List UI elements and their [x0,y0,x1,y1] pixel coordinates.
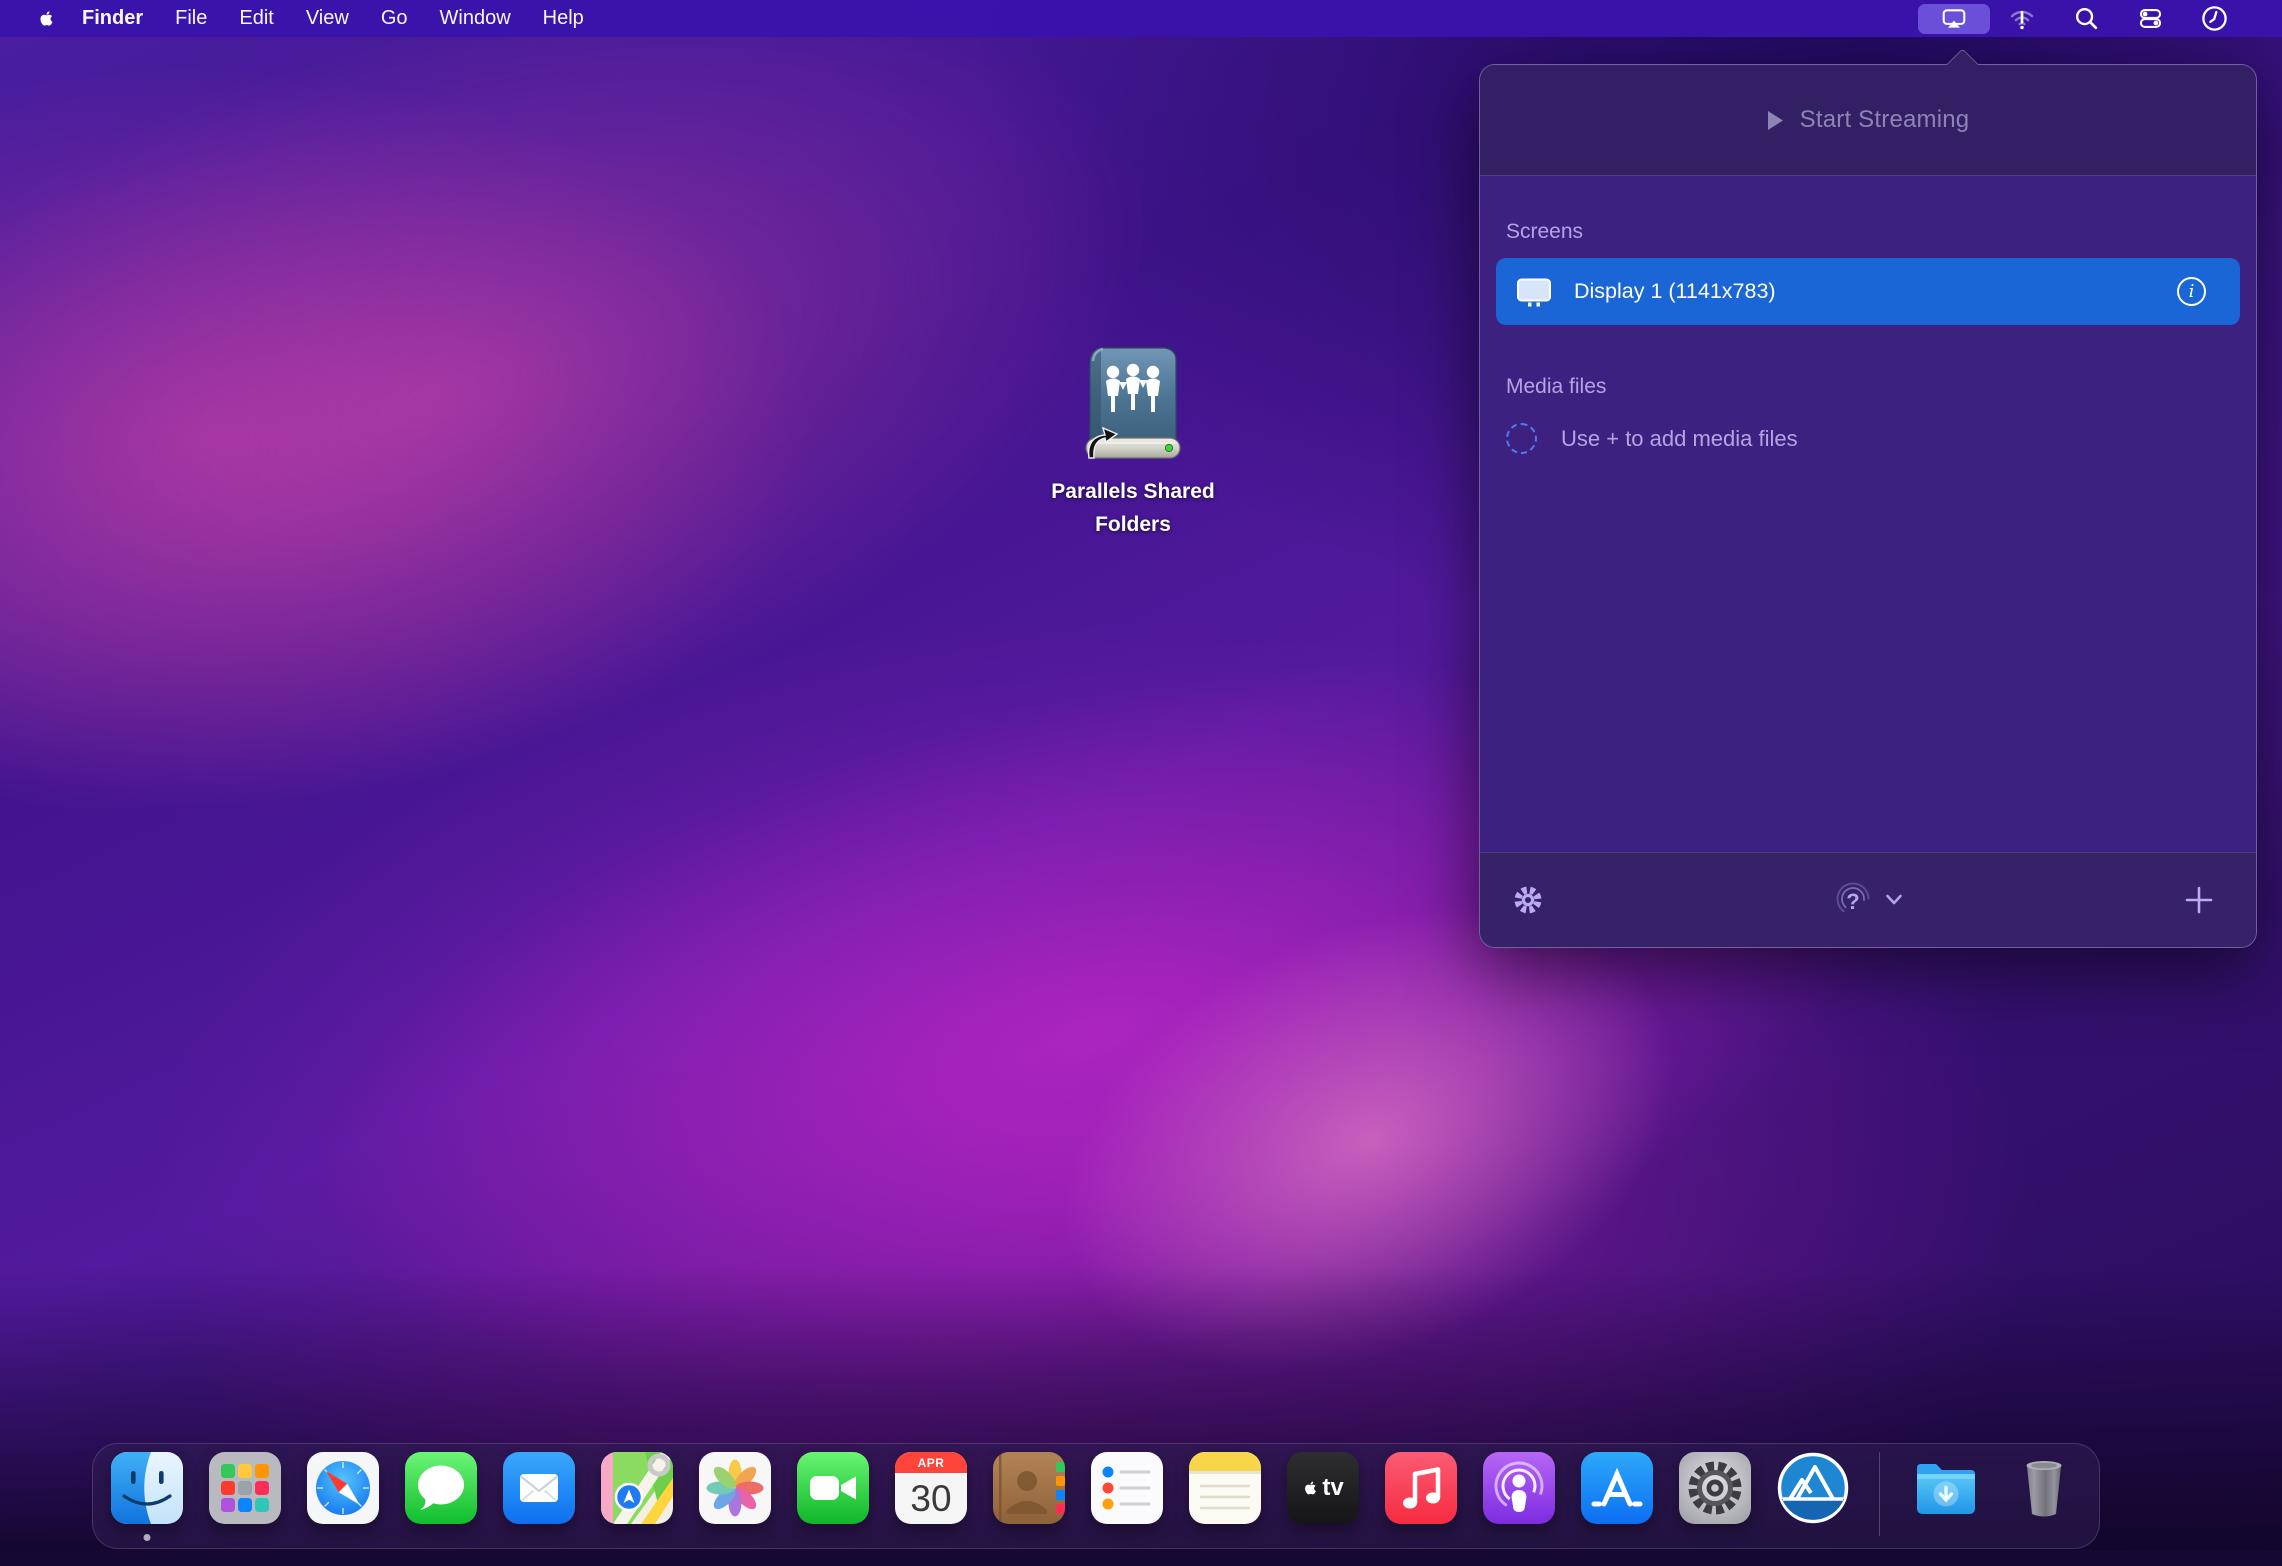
apple-menu[interactable] [34,5,58,33]
menu-bar: Finder File Edit View Go Window Help [0,0,2282,37]
menu-item-file[interactable]: File [159,0,223,37]
dock-item-system-preferences[interactable] [1679,1452,1751,1524]
screens-section-title: Screens [1496,220,2240,244]
menu-item-view[interactable]: View [290,0,365,37]
chevron-down-icon[interactable] [1885,893,1903,907]
mail-icon [503,1452,575,1524]
dock-item-trash[interactable] [2008,1452,2080,1524]
start-streaming-label: Start Streaming [1800,106,1970,134]
apple-glyph [1302,1478,1319,1498]
dock-item-app-store[interactable] [1581,1452,1653,1524]
menu-item-app[interactable]: Finder [66,0,159,37]
dock-item-parallels[interactable] [1777,1452,1849,1524]
apple-tv-label: tv [1322,1474,1343,1502]
desktop-shortcut-parallels-shared-folders[interactable]: Parallels Shared Folders [1040,342,1226,541]
screen-mirroring-icon [1939,6,1969,32]
reminders-icon [1091,1452,1163,1524]
popover-footer: ? [1480,852,2256,947]
calendar-day: 30 [895,1473,967,1524]
start-streaming-button[interactable]: Start Streaming [1480,65,2256,176]
dock-item-facetime[interactable] [797,1452,869,1524]
display-label: Display 1 (1141x783) [1574,279,1776,304]
wifi-warning-icon [2007,5,2037,33]
search-icon [2073,5,2100,32]
wifi-warning-menu-extra[interactable] [1990,4,2054,34]
dock-item-music[interactable] [1385,1452,1457,1524]
apple-icon [37,7,56,30]
trash-icon [2008,1452,2080,1524]
settings-gear-button[interactable] [1512,884,1544,916]
messages-icon [405,1452,477,1524]
control-center-icon [2136,5,2165,32]
menu-item-edit[interactable]: Edit [223,0,289,37]
dock: APR 30 [92,1443,2100,1549]
dock-item-safari[interactable] [307,1452,379,1524]
menu-bar-status [1918,4,2246,34]
dock-item-podcasts[interactable] [1483,1452,1555,1524]
dock-item-apple-tv[interactable]: tv [1287,1452,1359,1524]
launchpad-icon [209,1452,281,1524]
media-section-title: Media files [1496,375,2240,399]
downloads-folder-icon [1910,1452,1982,1524]
screen-bottom-strip [0,1550,2282,1566]
finder-icon [111,1452,183,1524]
info-glyph: i [2189,283,2195,301]
dock-item-finder[interactable] [111,1452,183,1524]
media-empty-row: Use + to add media files [1496,423,2240,454]
facetime-icon [797,1452,869,1524]
add-media-button[interactable] [2184,885,2214,915]
menu-item-go[interactable]: Go [365,0,424,37]
dock-item-messages[interactable] [405,1452,477,1524]
media-hint-label: Use + to add media files [1561,426,1798,452]
spotlight-menu-extra[interactable] [2054,4,2118,34]
screen-mirroring-menu-extra[interactable] [1918,4,1990,34]
control-center-menu-extra[interactable] [2118,4,2182,34]
help-glyph: ? [1833,882,1873,922]
dock-item-notes[interactable] [1189,1452,1261,1524]
dock-item-mail[interactable] [503,1452,575,1524]
music-icon [1385,1452,1457,1524]
finder-running-indicator [144,1534,151,1541]
shortcut-label: Parallels Shared Folders [1040,476,1226,541]
parallels-icon [1777,1452,1849,1524]
maps-icon [601,1452,673,1524]
calendar-icon: APR 30 [895,1452,967,1524]
media-placeholder-icon [1506,423,1537,454]
menu-item-window[interactable]: Window [424,0,527,37]
display-icon [1516,277,1552,307]
safari-icon [307,1452,379,1524]
footer-center-group: ? [1833,880,1903,920]
streaming-popover: Start Streaming Screens Display 1 (1141x… [1479,64,2257,948]
calendar-month: APR [895,1452,967,1473]
dock-separator [1879,1452,1880,1536]
app-store-icon [1581,1452,1653,1524]
display-info-button[interactable]: i [2177,277,2206,306]
airplay-scan-help-button[interactable]: ? [1833,880,1873,920]
play-icon [1767,110,1784,131]
dock-item-launchpad[interactable] [209,1452,281,1524]
dock-item-maps[interactable] [601,1452,673,1524]
dock-item-calendar[interactable]: APR 30 [895,1452,967,1524]
notes-icon [1189,1452,1261,1524]
apple-tv-icon: tv [1287,1452,1359,1524]
clock-icon [2199,3,2230,34]
dock-item-photos[interactable] [699,1452,771,1524]
dock-item-reminders[interactable] [1091,1452,1163,1524]
desktop: Finder File Edit View Go Window Help [0,0,2282,1566]
dock-item-downloads[interactable] [1910,1452,1982,1524]
popover-body: Screens Display 1 (1141x783) i Media fil… [1480,176,2256,852]
screen-row-display-1[interactable]: Display 1 (1141x783) i [1496,258,2240,325]
podcasts-icon [1483,1452,1555,1524]
clock-menu-extra[interactable] [2182,4,2246,34]
shared-drive-icon [1073,342,1193,462]
menu-bar-left: Finder File Edit View Go Window Help [34,0,600,37]
dock-item-contacts[interactable] [993,1452,1065,1524]
photos-icon [699,1452,771,1524]
contacts-icon [993,1452,1065,1524]
menu-item-help[interactable]: Help [527,0,600,37]
system-preferences-icon [1679,1452,1751,1524]
